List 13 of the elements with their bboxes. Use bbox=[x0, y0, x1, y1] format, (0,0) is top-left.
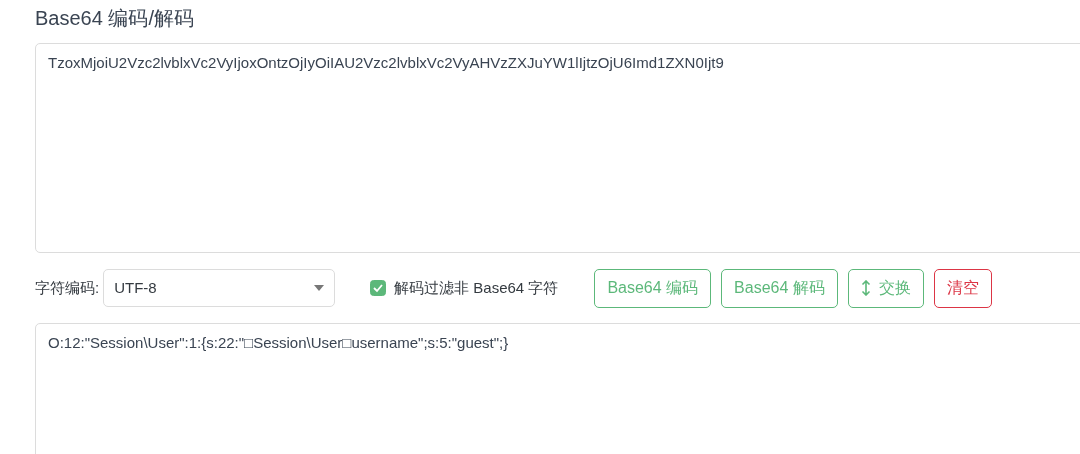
clear-button[interactable]: 清空 bbox=[933, 268, 992, 308]
filter-label: 解码过滤非 Base64 字符 bbox=[394, 277, 559, 298]
convert-button[interactable]: Base64 编码 bbox=[594, 268, 712, 308]
charset-select[interactable]: UTF-8 bbox=[103, 269, 336, 307]
page-title: Base64 编码/解码 bbox=[35, 6, 195, 31]
charset-label: 字符编码: bbox=[35, 277, 100, 298]
filter-checkbox[interactable] bbox=[370, 280, 387, 296]
output-field[interactable]: O:12:"Session\User":1:{s:22:"□Session\User□username";s:5:"guest";} bbox=[35, 323, 1080, 454]
dropdown-caret-icon bbox=[314, 285, 325, 291]
swap-button[interactable]: 交换 bbox=[847, 268, 924, 308]
convert-button[interactable]: Base64 解码 bbox=[721, 268, 838, 308]
vertical-arrows-icon bbox=[860, 280, 871, 296]
input-field[interactable]: TzoxMjoiU2Vzc2lvblxVc2VyIjoxOntzOjIyOiIAU2Vzc2lvblxVc2VyAHVzZXJuYW1lIjtzOjU6Imd1ZXN0Ijt9 bbox=[35, 43, 1080, 253]
